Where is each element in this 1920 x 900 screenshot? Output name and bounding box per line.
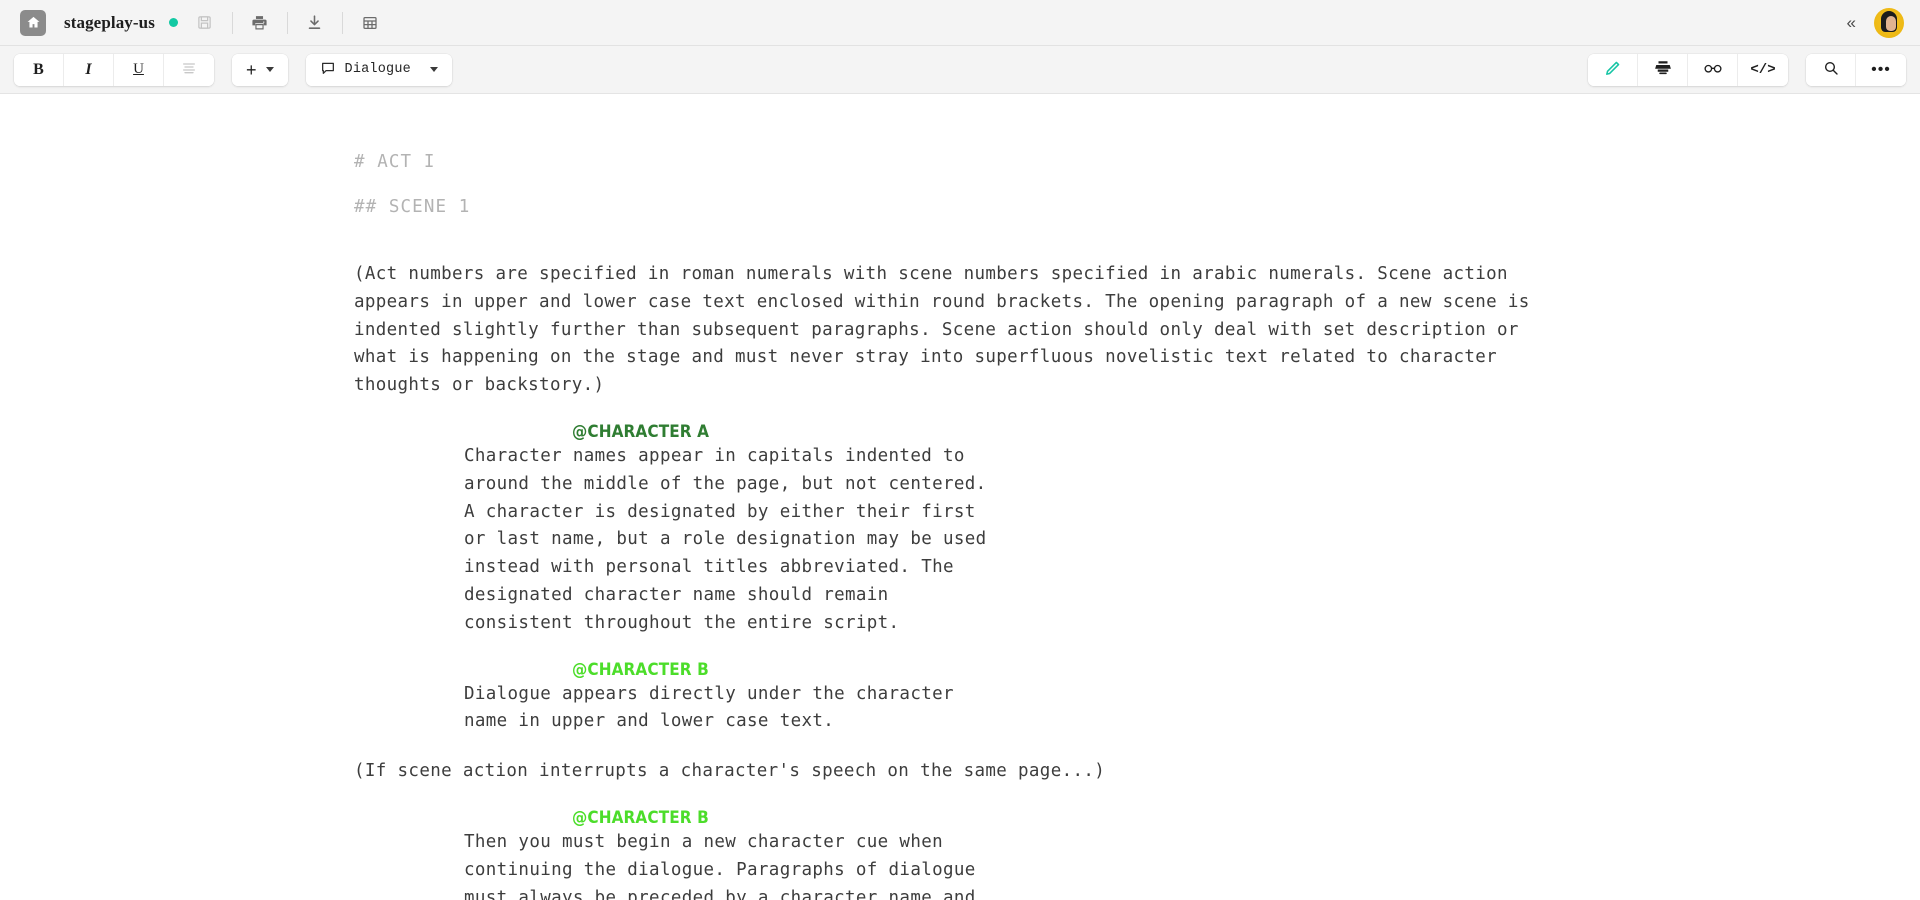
insert-group: +: [232, 53, 288, 86]
paragraph-style-group: Dialogue: [305, 53, 452, 86]
toolbar-right-group: </> •••: [1588, 53, 1906, 86]
top-bar: stageplay-us «: [0, 0, 1920, 46]
edit-mode-button[interactable]: [1588, 53, 1638, 86]
divider: [231, 11, 233, 34]
utility-group: •••: [1806, 53, 1906, 86]
status-badge: [168, 18, 178, 27]
chevron-down-icon: [265, 67, 274, 72]
search-button[interactable]: [1806, 53, 1856, 86]
document-page[interactable]: # ACT I ## SCENE 1 (Act numbers are spec…: [0, 94, 1920, 900]
reading-mode-button[interactable]: [1688, 53, 1738, 86]
comment-icon: [320, 60, 336, 79]
scene-action-paragraph: (Act numbers are specified in roman nume…: [354, 264, 1530, 396]
dialogue-text: Character names appear in capitals inden…: [464, 445, 987, 633]
top-bar-left-group: stageplay-us: [20, 6, 387, 40]
home-icon[interactable]: [20, 9, 46, 36]
italic-button[interactable]: I: [64, 53, 114, 86]
avatar-face: [1886, 15, 1896, 31]
collapse-sidebar-button[interactable]: «: [1841, 14, 1860, 31]
page-title: stageplay-us: [64, 12, 155, 32]
align-left-button[interactable]: [164, 53, 214, 86]
align-left-icon: [181, 60, 197, 79]
typewriter-icon: [1654, 59, 1672, 80]
dialogue-block: @CHARACTER B Dialogue appears directly u…: [354, 660, 1554, 737]
italic-label: I: [85, 60, 92, 78]
character-cue: @CHARACTER B: [572, 807, 709, 828]
download-icon[interactable]: [298, 6, 332, 40]
formatting-toolbar: B I U + Dialogue </> •••: [0, 46, 1920, 94]
divider: [341, 11, 343, 34]
scene-heading: ## SCENE 1: [354, 197, 471, 217]
document-scroll-area[interactable]: # ACT I ## SCENE 1 (Act numbers are spec…: [0, 94, 1920, 900]
scene-action-paragraph: (If scene action interrupts a character'…: [354, 761, 1106, 782]
source-code-button[interactable]: </>: [1738, 53, 1788, 86]
plus-icon: +: [246, 59, 257, 80]
paragraph-style-dropdown[interactable]: Dialogue: [305, 53, 452, 86]
view-mode-group: </>: [1588, 53, 1788, 86]
dialogue-block: @CHARACTER B Then you must begin a new c…: [354, 808, 1554, 900]
glasses-icon: [1703, 58, 1723, 81]
chevron-down-icon: [429, 67, 438, 72]
dialogue-text: Then you must begin a new character cue …: [464, 831, 976, 900]
pencil-icon: [1604, 60, 1621, 80]
search-icon: [1823, 60, 1839, 79]
bold-button[interactable]: B: [14, 53, 64, 86]
text-format-group: B I U: [14, 53, 214, 86]
code-icon: </>: [1750, 61, 1776, 78]
dialogue-block: @CHARACTER A Character names appear in c…: [354, 422, 1554, 638]
print-icon[interactable]: [243, 6, 277, 40]
divider: [286, 11, 288, 34]
dialogue-text: Dialogue appears directly under the char…: [464, 683, 954, 732]
character-cue: @CHARACTER A: [572, 421, 710, 442]
insert-button[interactable]: +: [232, 53, 288, 86]
bold-label: B: [33, 60, 44, 78]
act-heading: # ACT I: [354, 152, 436, 172]
more-options-button[interactable]: •••: [1856, 53, 1906, 86]
paragraph-style-label: Dialogue: [344, 62, 411, 77]
typewriter-mode-button[interactable]: [1638, 53, 1688, 86]
ellipsis-icon: •••: [1871, 60, 1891, 78]
underline-label: U: [133, 61, 144, 77]
character-cue: @CHARACTER B: [572, 659, 709, 680]
save-icon[interactable]: [188, 6, 222, 40]
document-column: # ACT I ## SCENE 1 (Act numbers are spec…: [354, 152, 1554, 900]
avatar[interactable]: [1874, 7, 1904, 38]
table-icon[interactable]: [353, 6, 387, 40]
top-bar-right-group: «: [1841, 7, 1904, 38]
underline-button[interactable]: U: [114, 53, 164, 86]
